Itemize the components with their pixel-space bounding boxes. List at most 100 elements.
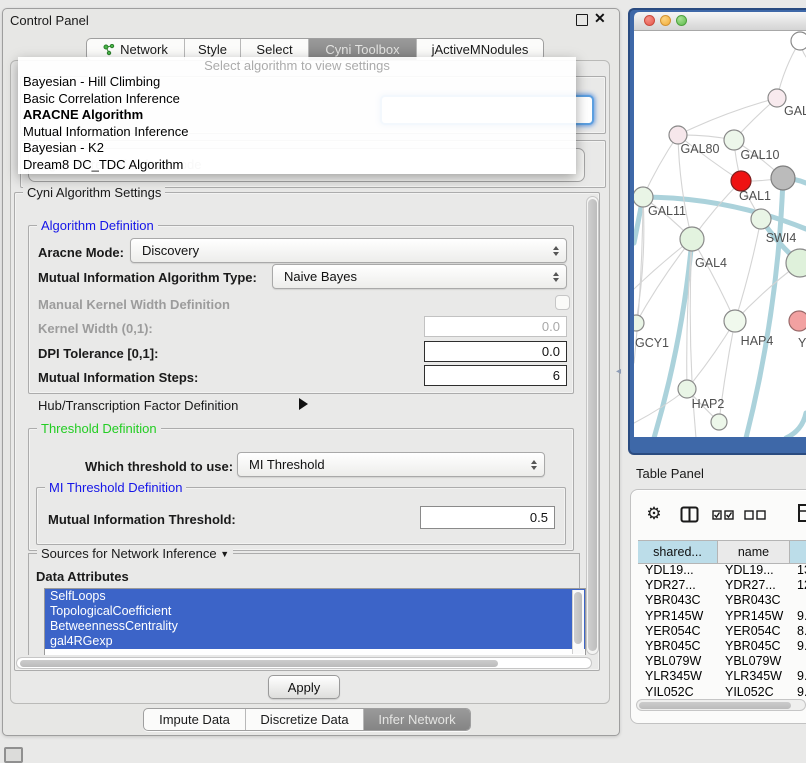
split-columns-icon[interactable] <box>680 506 699 523</box>
tab-label: Infer Network <box>378 712 455 727</box>
settings-vscrollbar-thumb[interactable] <box>588 199 597 651</box>
cyni-settings-title: Cyni Algorithm Settings <box>23 185 165 200</box>
table-hscrollbar-thumb[interactable] <box>639 702 791 709</box>
network-node-salmon[interactable] <box>789 311 806 331</box>
network-node-gray[interactable] <box>771 166 795 190</box>
table-row[interactable]: YDL19...YDL19...13 <box>638 563 806 578</box>
table-row[interactable]: YLR345WYLR345W9. <box>638 669 806 684</box>
hub-expand-arrow-icon[interactable] <box>299 398 308 410</box>
mi-type-select[interactable]: Naive Bayes <box>272 264 567 289</box>
settings-hscrollbar-track[interactable] <box>16 657 592 669</box>
close-window-icon[interactable]: ✕ <box>594 10 606 27</box>
deselect-all-checkboxes-icon[interactable] <box>744 510 766 520</box>
stepper-icon <box>531 460 537 470</box>
table-cell: YPR145W <box>638 609 718 624</box>
algorithm-option[interactable]: Bayesian - K2 <box>18 140 576 157</box>
close-traffic-light-icon[interactable] <box>644 15 655 26</box>
network-node-gal4[interactable] <box>680 227 704 251</box>
grid-window-icon[interactable] <box>4 747 23 763</box>
tab-impute-data[interactable]: Impute Data <box>144 709 246 730</box>
select-all-checkboxes-icon[interactable] <box>712 510 734 520</box>
aracne-mode-value: Discovery <box>142 243 199 258</box>
attributes-scrollbar-track[interactable] <box>572 590 584 654</box>
apply-button[interactable]: Apply <box>268 675 340 699</box>
data-attribute-item[interactable]: TopologicalCoefficient <box>45 604 585 619</box>
table-body: YDL19...YDL19...13YDR27...YDR27...12YBR0… <box>638 563 806 697</box>
network-icon <box>103 44 115 56</box>
network-edge[interactable] <box>643 135 678 197</box>
sources-collapse-arrow-icon[interactable]: ▼ <box>220 549 229 559</box>
network-node-label: GCY1 <box>635 336 669 350</box>
settings-vscrollbar-track[interactable] <box>586 196 599 655</box>
network-edge[interactable] <box>735 219 761 321</box>
network-node-mid_green[interactable] <box>751 209 771 229</box>
network-edge[interactable] <box>692 239 735 321</box>
new-table-icon[interactable] <box>797 503 806 523</box>
table-row[interactable]: YPR145WYPR145W9. <box>638 609 806 624</box>
kernel-width-field[interactable]: 0.0 <box>424 316 567 337</box>
aracne-mode-select[interactable]: Discovery <box>130 238 567 263</box>
network-node-gal1[interactable] <box>731 171 751 191</box>
table-cell: YDL19... <box>638 563 718 578</box>
network-edge[interactable] <box>687 321 735 389</box>
network-canvas[interactable]: GALGAL80GAL10GAL1SWI4GAL11GAL4GCY1HAP4YH… <box>634 31 806 437</box>
network-window-titlebar[interactable] <box>634 12 806 31</box>
network-edge[interactable] <box>678 98 777 135</box>
algorithm-option[interactable]: Dream8 DC_TDC Algorithm <box>18 157 576 174</box>
table-cell: 9. <box>790 685 806 697</box>
data-attribute-item[interactable]: SelfLoops <box>45 589 585 604</box>
tab-label: Cyni Toolbox <box>325 42 399 57</box>
manual-kernel-checkbox[interactable] <box>555 295 570 310</box>
table-cell: YIL052C <box>638 685 718 697</box>
network-node-hap4[interactable] <box>724 310 746 332</box>
network-node-gal10[interactable] <box>724 130 744 150</box>
table-hscrollbar-track[interactable] <box>636 699 806 711</box>
mi-steps-label: Mutual Information Steps: <box>38 370 198 385</box>
stepper-icon <box>553 246 559 256</box>
network-node-gcy1[interactable] <box>634 315 644 331</box>
network-graph[interactable]: GALGAL80GAL10GAL1SWI4GAL11GAL4GCY1HAP4YH… <box>634 31 806 437</box>
dpi-tolerance-field[interactable]: 0.0 <box>424 341 567 362</box>
gear-icon[interactable]: ⚙ <box>644 504 664 524</box>
column-header[interactable]: name <box>718 541 790 563</box>
float-window-icon[interactable] <box>576 14 588 26</box>
mi-steps-field[interactable]: 6 <box>424 365 567 386</box>
table-row[interactable]: YER054CYER054C8. <box>638 624 806 639</box>
algorithm-option[interactable]: Basic Correlation Inference <box>18 91 576 108</box>
zoom-traffic-light-icon[interactable] <box>676 15 687 26</box>
algorithm-option[interactable]: ARACNE Algorithm <box>18 107 576 124</box>
hub-section-label: Hub/Transcription Factor Definition <box>38 398 238 413</box>
settings-hscrollbar-thumb[interactable] <box>20 660 498 667</box>
tab-discretize-data[interactable]: Discretize Data <box>246 709 364 730</box>
table-row[interactable]: YBR043CYBR043C <box>638 593 806 608</box>
table-cell: 9. <box>790 669 806 684</box>
table-cell: YDL19... <box>718 563 790 578</box>
tab-infer-network[interactable]: Infer Network <box>364 709 470 730</box>
network-node-bot_green[interactable] <box>711 414 727 430</box>
network-node-label: Y <box>798 336 806 350</box>
algorithm-option[interactable]: Bayesian - Hill Climbing <box>18 74 576 91</box>
stepper-icon <box>553 272 559 282</box>
tab-label: Network <box>120 42 168 57</box>
algorithm-option[interactable]: Mutual Information Inference <box>18 124 576 141</box>
mi-steps-value: 6 <box>553 368 560 383</box>
column-header[interactable]: shared... <box>638 541 718 563</box>
table-row[interactable]: YDR27...YDR27...12 <box>638 578 806 593</box>
panel-collapse-arrow-icon[interactable]: ◂ <box>616 366 621 377</box>
table-row[interactable]: YBR045CYBR045C9. <box>638 639 806 654</box>
table-cell: YBR045C <box>638 639 718 654</box>
attributes-scrollbar-thumb[interactable] <box>574 592 582 644</box>
network-node-hap2[interactable] <box>678 380 696 398</box>
network-edge[interactable] <box>786 413 806 437</box>
minimize-traffic-light-icon[interactable] <box>660 15 671 26</box>
network-node-top[interactable] <box>791 32 806 50</box>
which-threshold-select[interactable]: MI Threshold <box>237 452 545 477</box>
data-attribute-item[interactable]: BetweennessCentrality <box>45 619 585 634</box>
table-row[interactable]: YBL079WYBL079W <box>638 654 806 669</box>
table-row[interactable]: YIL052CYIL052C9. <box>638 685 806 697</box>
data-attribute-item[interactable]: gal4RGexp <box>45 634 585 649</box>
mi-type-value: Naive Bayes <box>284 269 357 284</box>
table-header-row: shared...nameA <box>638 540 806 564</box>
column-header[interactable]: A <box>790 541 806 563</box>
mi-threshold-field[interactable]: 0.5 <box>420 506 555 529</box>
